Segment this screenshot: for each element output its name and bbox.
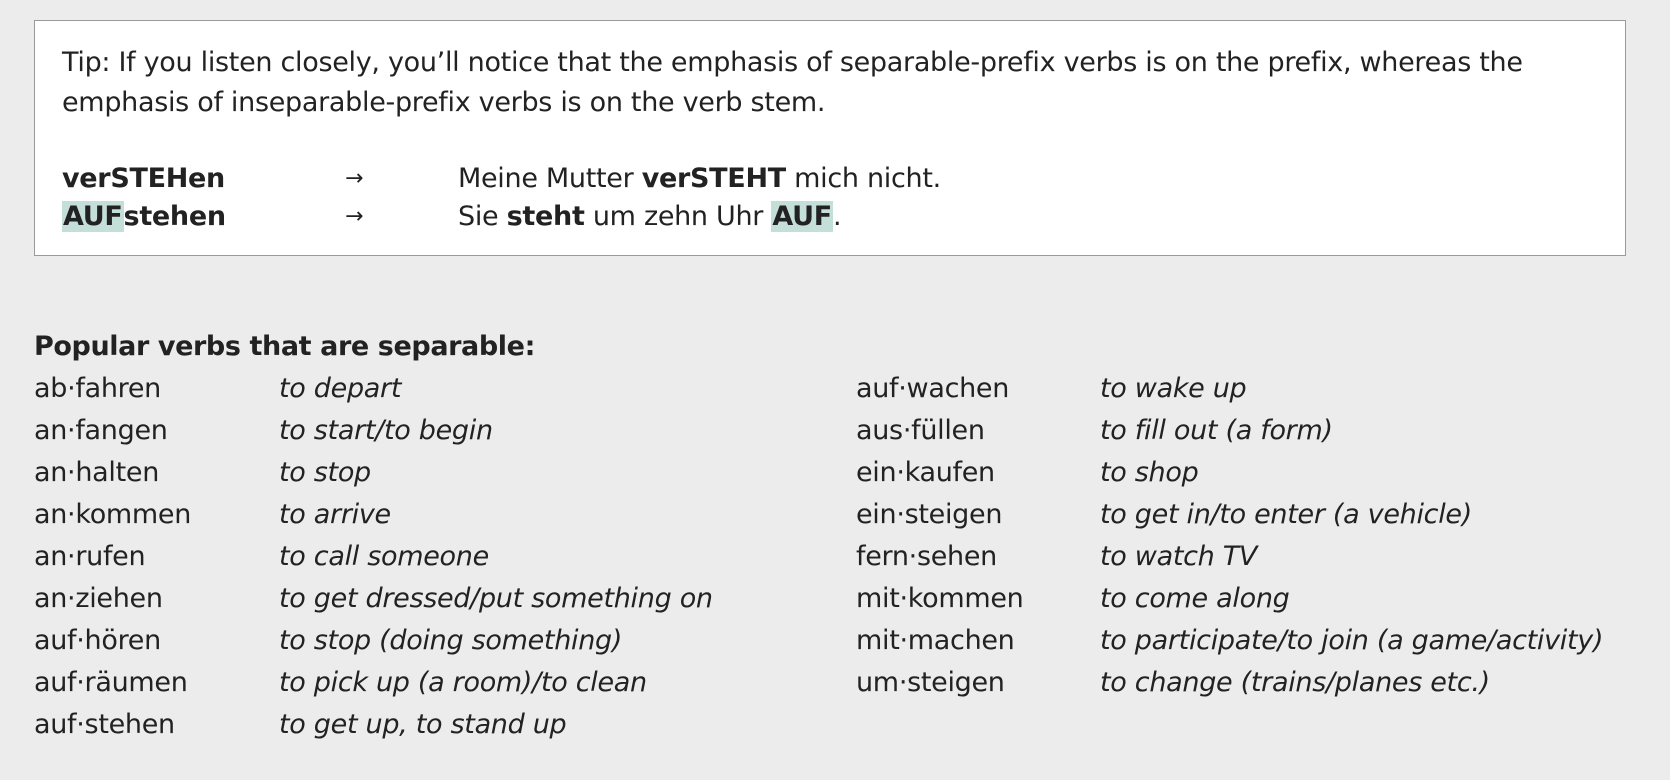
- sentence-part: Meine Mutter: [458, 163, 642, 194]
- sentence-part: um zehn Uhr: [584, 201, 772, 232]
- sentence-part: mich nicht.: [785, 163, 941, 194]
- german-verb: fern·sehen: [856, 541, 997, 572]
- tip-box: Tip: If you listen closely, you’ll notic…: [34, 20, 1626, 256]
- arrow-icon: →: [345, 166, 364, 191]
- verb-rest: verSTEHen: [62, 163, 225, 194]
- german-verb: auf·räumen: [34, 667, 188, 698]
- english-meaning: to pick up (a room)/to clean: [279, 667, 647, 698]
- english-meaning: to wake up: [1100, 373, 1247, 404]
- german-verb: ein·kaufen: [856, 457, 995, 488]
- german-verb: mit·kommen: [856, 583, 1024, 614]
- sentence-verb-bold: steht: [506, 201, 585, 232]
- english-meaning: to get in/to enter (a vehicle): [1100, 499, 1472, 530]
- german-verb: an·rufen: [34, 541, 146, 572]
- verb-rest: stehen: [123, 201, 227, 232]
- english-meaning: to shop: [1100, 457, 1199, 488]
- example-sentence: Sie steht um zehn Uhr AUF.: [458, 197, 842, 237]
- english-meaning: to stop: [279, 457, 371, 488]
- example-row: verSTEHen → Meine Mutter verSTEHT mich n…: [62, 159, 1592, 199]
- sentence-part: .: [832, 201, 842, 232]
- english-meaning: to get up, to stand up: [279, 709, 567, 740]
- english-meaning: to come along: [1100, 583, 1290, 614]
- english-meaning: to fill out (a form): [1100, 415, 1333, 446]
- german-verb: auf·stehen: [34, 709, 175, 740]
- german-verb: an·ziehen: [34, 583, 163, 614]
- sentence-part: Sie: [458, 201, 507, 232]
- english-meaning: to get dressed/put something on: [279, 583, 713, 614]
- english-meaning: to watch TV: [1100, 541, 1258, 572]
- example-verb: verSTEHen: [62, 159, 225, 199]
- german-verb: auf·hören: [34, 625, 161, 656]
- english-meaning: to change (trains/planes etc.): [1100, 667, 1490, 698]
- verb-prefix-highlight: AUF: [62, 201, 124, 232]
- example-sentence: Meine Mutter verSTEHT mich nicht.: [458, 159, 941, 199]
- german-verb: um·steigen: [856, 667, 1005, 698]
- english-meaning: to call someone: [279, 541, 489, 572]
- sentence-prefix-highlight: AUF: [771, 201, 833, 232]
- english-meaning: to arrive: [279, 499, 391, 530]
- section-title: Popular verbs that are separable:: [34, 331, 535, 362]
- german-verb: auf·wachen: [856, 373, 1010, 404]
- arrow-icon: →: [345, 204, 364, 229]
- english-meaning: to depart: [279, 373, 402, 404]
- german-verb: mit·machen: [856, 625, 1015, 656]
- english-meaning: to participate/to join (a game/activity): [1100, 625, 1604, 656]
- german-verb: aus·füllen: [856, 415, 985, 446]
- german-verb: an·halten: [34, 457, 160, 488]
- english-meaning: to start/to begin: [279, 415, 493, 446]
- example-row: AUFstehen → Sie steht um zehn Uhr AUF.: [62, 197, 1592, 237]
- german-verb: ab·fahren: [34, 373, 161, 404]
- sentence-verb-bold: verSTEHT: [641, 163, 786, 194]
- tip-text: Tip: If you listen closely, you’ll notic…: [62, 47, 1523, 118]
- english-meaning: to stop (doing something): [279, 625, 623, 656]
- german-verb: an·kommen: [34, 499, 192, 530]
- example-verb: AUFstehen: [62, 197, 226, 237]
- german-verb: an·fangen: [34, 415, 168, 446]
- german-verb: ein·steigen: [856, 499, 1003, 530]
